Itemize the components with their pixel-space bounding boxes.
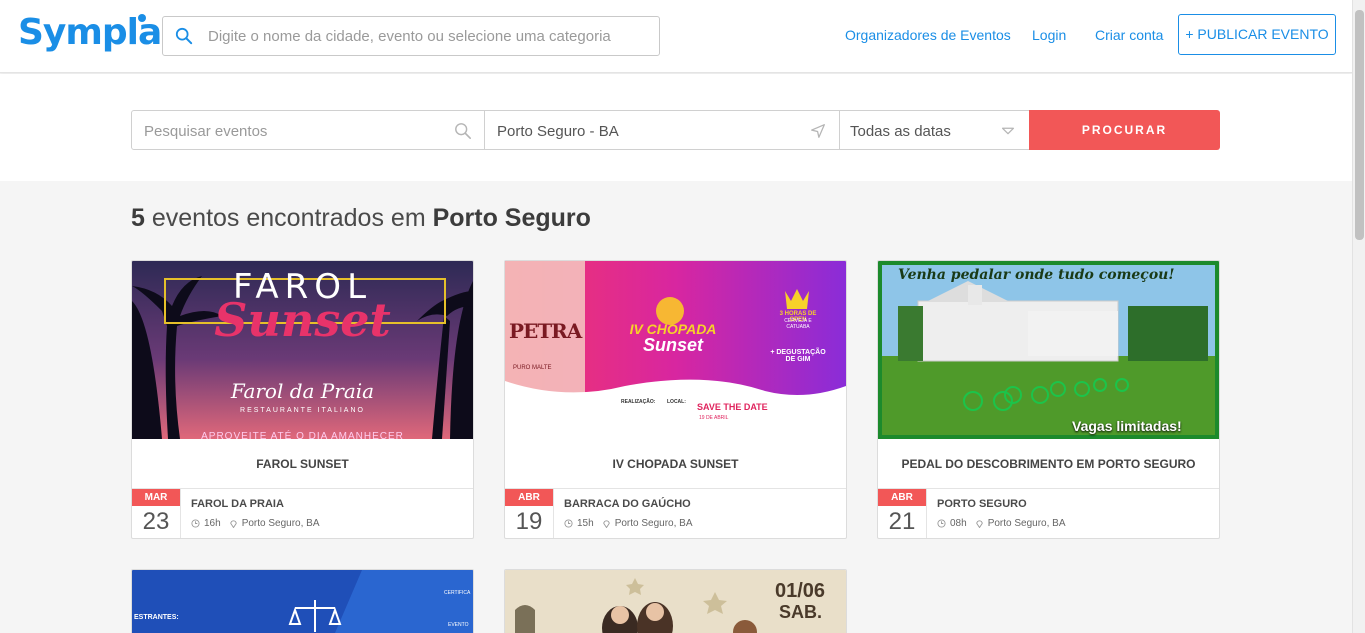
login-link[interactable]: Login bbox=[1032, 27, 1066, 43]
event-title[interactable]: IV CHOPADA SUNSET bbox=[505, 439, 846, 489]
event-card[interactable]: FAROL Sunset Farol da Praia RESTAURANTE … bbox=[131, 260, 474, 539]
location-pin-icon bbox=[976, 520, 983, 528]
event-venue: FAROL DA PRAIA bbox=[191, 498, 284, 510]
event-time: 08h bbox=[950, 518, 967, 529]
event-month: ABR bbox=[878, 489, 926, 506]
event-card[interactable]: ESTRANTES: CERTIFICA EVENTO bbox=[131, 569, 474, 633]
farol-brand-sub: RESTAURANTE ITALIANO bbox=[240, 407, 365, 414]
event-time: 15h bbox=[577, 518, 594, 529]
event-image[interactable]: 01/06 SAB. bbox=[505, 570, 846, 633]
results-middle-text: eventos encontrados em bbox=[151, 204, 426, 232]
top-navbar: Sympla Digite o nome da cidade, evento o… bbox=[0, 0, 1352, 73]
credit-producer: REALIZAÇÃO: bbox=[621, 399, 656, 405]
event-day: 21 bbox=[888, 508, 916, 535]
event-month: MAR bbox=[132, 489, 180, 506]
save-the-date: SAVE THE DATE bbox=[697, 402, 768, 412]
event-image[interactable]: PETRA PURO MALTE IV CHOPADA Sunset 3 HOR… bbox=[505, 261, 846, 439]
pedal-artwork bbox=[878, 261, 1219, 439]
location-value: Porto Seguro - BA bbox=[497, 123, 619, 140]
results-city: Porto Seguro bbox=[432, 204, 591, 232]
signup-link[interactable]: Criar conta bbox=[1095, 27, 1163, 43]
event-card[interactable]: Venha pedalar onde tudo começou! Vagas l… bbox=[877, 260, 1220, 539]
farol-script: Sunset bbox=[214, 293, 391, 347]
event-card[interactable]: PETRA PURO MALTE IV CHOPADA Sunset 3 HOR… bbox=[504, 260, 847, 539]
header-search-placeholder: Digite o nome da cidade, evento ou selec… bbox=[208, 28, 611, 45]
event-date-badge: MAR 23 bbox=[132, 489, 181, 538]
location-arrow-icon[interactable] bbox=[809, 122, 827, 140]
event-day: 19 bbox=[515, 508, 543, 535]
clock-icon bbox=[937, 519, 946, 528]
gin-tasting: + DEGUSTAÇÃO DE GIM bbox=[770, 349, 826, 363]
event-image[interactable]: FAROL Sunset Farol da Praia RESTAURANTE … bbox=[132, 261, 473, 439]
results-heading: 5 eventos encontrados em Porto Seguro bbox=[131, 204, 591, 233]
event-location: Porto Seguro, BA bbox=[987, 518, 1066, 529]
farol-brand: Farol da Praia bbox=[230, 379, 375, 403]
organizers-link[interactable]: Organizadores de Eventos bbox=[845, 27, 1011, 43]
location-pin-icon bbox=[230, 520, 237, 528]
location-input[interactable]: Porto Seguro - BA bbox=[484, 110, 840, 150]
bottle-brand: PETRA bbox=[509, 319, 582, 343]
events-search-placeholder: Pesquisar eventos bbox=[144, 123, 268, 140]
page-scrollbar[interactable] bbox=[1352, 0, 1365, 633]
scrollbar-thumb[interactable] bbox=[1355, 10, 1364, 240]
events-search-input[interactable]: Pesquisar eventos bbox=[131, 110, 485, 150]
event-5-weekday: SAB. bbox=[779, 602, 823, 622]
event-date-badge: ABR 19 bbox=[505, 489, 554, 538]
event-date-badge: ABR 21 bbox=[878, 489, 927, 538]
logo-accent-dot bbox=[138, 14, 146, 22]
event-venue: PORTO SEGURO bbox=[937, 498, 1027, 510]
event-meta: 15h Porto Seguro, BA bbox=[564, 518, 693, 529]
event-month: ABR bbox=[505, 489, 553, 506]
search-band: Pesquisar eventos Porto Seguro - BA Toda… bbox=[0, 74, 1352, 181]
clock-icon bbox=[191, 519, 200, 528]
save-date-value: 19 DE ABRIL bbox=[699, 415, 729, 421]
event-location: Porto Seguro, BA bbox=[614, 518, 693, 529]
search-submit-button[interactable]: PROCURAR bbox=[1029, 110, 1220, 150]
event-4-text-b: CERTIFICA bbox=[444, 590, 471, 596]
event-time: 16h bbox=[204, 518, 221, 529]
chevron-down-icon bbox=[1001, 127, 1015, 135]
event-title[interactable]: FAROL SUNSET bbox=[132, 439, 473, 489]
event-4-text-c: EVENTO bbox=[448, 622, 469, 628]
event-meta: 16h Porto Seguro, BA bbox=[191, 518, 320, 529]
event-location: Porto Seguro, BA bbox=[241, 518, 320, 529]
chopada-title-2: Sunset bbox=[642, 335, 703, 355]
bottle-sub: PURO MALTE bbox=[513, 365, 552, 371]
event-image[interactable]: ESTRANTES: CERTIFICA EVENTO bbox=[132, 570, 473, 633]
date-select[interactable]: Todas as datas bbox=[839, 110, 1030, 150]
search-icon bbox=[175, 27, 193, 45]
location-pin-icon bbox=[603, 520, 610, 528]
event-4-artwork bbox=[132, 570, 473, 633]
farol-tagline: APROVEITE ATÉ O DIA AMANHECER bbox=[201, 431, 404, 439]
open-badge-sub: CERVEJA E CATUABA bbox=[784, 318, 812, 330]
event-image[interactable]: Venha pedalar onde tudo começou! Vagas l… bbox=[878, 261, 1219, 439]
event-venue: BARRACA DO GAÚCHO bbox=[564, 498, 691, 510]
publish-event-button[interactable]: + PUBLICAR EVENTO bbox=[1178, 14, 1336, 55]
date-select-value: Todas as datas bbox=[850, 123, 951, 140]
results-count: 5 bbox=[131, 204, 145, 232]
pedal-bottom-text: Vagas limitadas! bbox=[1072, 418, 1182, 434]
clock-icon bbox=[564, 519, 573, 528]
search-icon bbox=[455, 123, 472, 140]
event-meta: 08h Porto Seguro, BA bbox=[937, 518, 1066, 529]
event-title[interactable]: PEDAL DO DESCOBRIMENTO EM PORTO SEGURO bbox=[878, 439, 1219, 489]
pedal-top-text: Venha pedalar onde tudo começou! bbox=[898, 267, 1175, 283]
header-search-input[interactable]: Digite o nome da cidade, evento ou selec… bbox=[162, 16, 660, 56]
event-day: 23 bbox=[142, 508, 170, 535]
event-card[interactable]: 01/06 SAB. bbox=[504, 569, 847, 633]
event-5-date: 01/06 bbox=[775, 580, 826, 602]
credit-venue: LOCAL: bbox=[667, 399, 686, 405]
event-4-text-a: ESTRANTES: bbox=[134, 614, 179, 621]
